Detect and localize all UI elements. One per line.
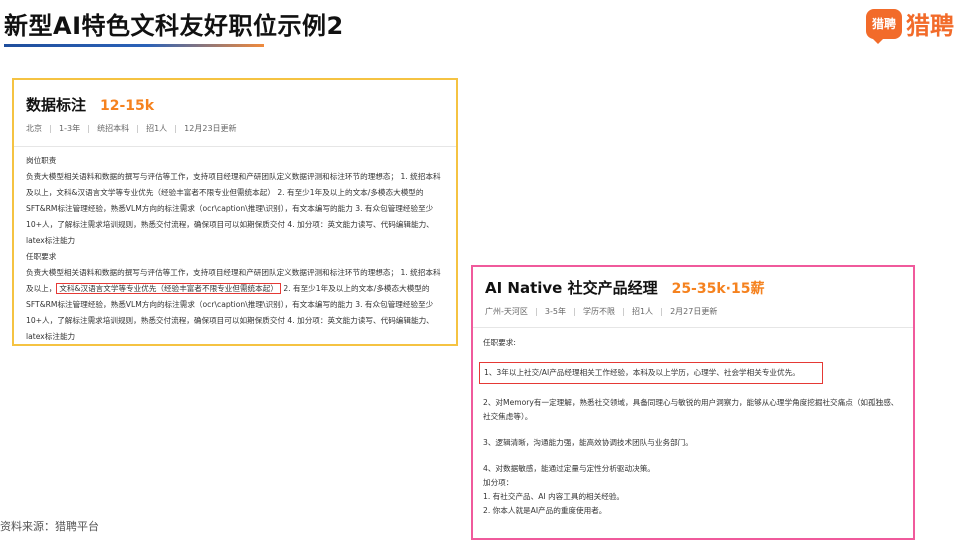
job-updated: 2月27日更新 xyxy=(670,307,718,316)
req-item-2: 2、对Memory有一定理解，熟悉社交领域，具备同理心与敏锐的用户洞察力，能够从… xyxy=(483,398,899,421)
source-note: 资料来源：猎聘平台 xyxy=(0,520,99,533)
job-experience: 1-3年 xyxy=(59,124,81,133)
job-location: 广州-天河区 xyxy=(485,307,528,316)
req-label: 任职要求: xyxy=(483,338,516,347)
job-salary: 12-15k xyxy=(100,98,155,114)
job-education: 学历不限 xyxy=(582,307,615,316)
job-description: 任职要求: 1、3年以上社交/AI产品经理相关工作经验，本科及以上学历，心理学、… xyxy=(473,328,913,518)
job-description: 岗位职责 负责大模型相关语料和数据的撰写与评估等工作，支持项目经理和产研团队定义… xyxy=(14,147,456,345)
page-title: 新型AI特色文科友好职位示例2 xyxy=(4,12,344,40)
job-education: 统招本科 xyxy=(97,124,130,133)
job-updated: 12月23日更新 xyxy=(184,124,237,133)
job-meta: 北京 1-3年 统招本科 招1人 12月23日更新 xyxy=(26,123,444,134)
section-duty-label: 岗位职责 xyxy=(26,156,57,165)
job-headcount: 招1人 xyxy=(631,307,654,316)
title-underline xyxy=(4,44,264,47)
bonus-label: 加分项： xyxy=(483,478,514,487)
section-req-label: 任职要求 xyxy=(26,252,57,261)
job-experience: 3-5年 xyxy=(544,307,566,316)
job-title: AI Native 社交产品经理 xyxy=(485,279,658,297)
req-item-1-highlighted: 1、3年以上社交/AI产品经理相关工作经验，本科及以上学历，心理学、社会学相关专… xyxy=(479,362,823,384)
job-card-data-annotation: 数据标注 12-15k 北京 1-3年 统招本科 招1人 12月23日更新 岗位… xyxy=(12,78,458,346)
job-headcount: 招1人 xyxy=(146,124,168,133)
req-text: 负责大模型相关语料和数据的撰写与评估等工作，支持项目经理和产研团队定义数据评测和… xyxy=(26,265,444,345)
job-meta: 广州-天河区 3-5年 学历不限 招1人 2月27日更新 xyxy=(485,306,901,317)
duty-text: 负责大模型相关语料和数据的撰写与评估等工作，支持项目经理和产研团队定义数据评测和… xyxy=(26,172,441,245)
req-item-3: 3、逻辑清晰，沟通能力强，能高效协调技术团队与业务部门。 xyxy=(483,438,693,447)
logo-text: 猎聘 xyxy=(906,12,954,40)
job-title: 数据标注 xyxy=(26,96,87,114)
job-card-ai-native-pm: AI Native 社交产品经理 25-35k·15薪 广州-天河区 3-5年 … xyxy=(471,265,915,540)
bonus-item-2: 2. 你本人就是AI产品的重度使用者。 xyxy=(483,506,607,515)
job-salary: 25-35k·15薪 xyxy=(671,281,765,297)
bonus-item-1: 1. 有社交产品、AI 内容工具的相关经验。 xyxy=(483,492,625,501)
job-location: 北京 xyxy=(26,124,42,133)
req-highlight: 文科&汉语言文学等专业优先（经验丰富者不限专业但需统本起） xyxy=(56,283,281,294)
req-item-4: 4、对数据敏感，能通过定量与定性分析驱动决策。 xyxy=(483,464,655,473)
logo-badge: 猎聘 xyxy=(866,8,902,44)
liepin-logo: 猎聘 猎聘 xyxy=(866,6,954,44)
